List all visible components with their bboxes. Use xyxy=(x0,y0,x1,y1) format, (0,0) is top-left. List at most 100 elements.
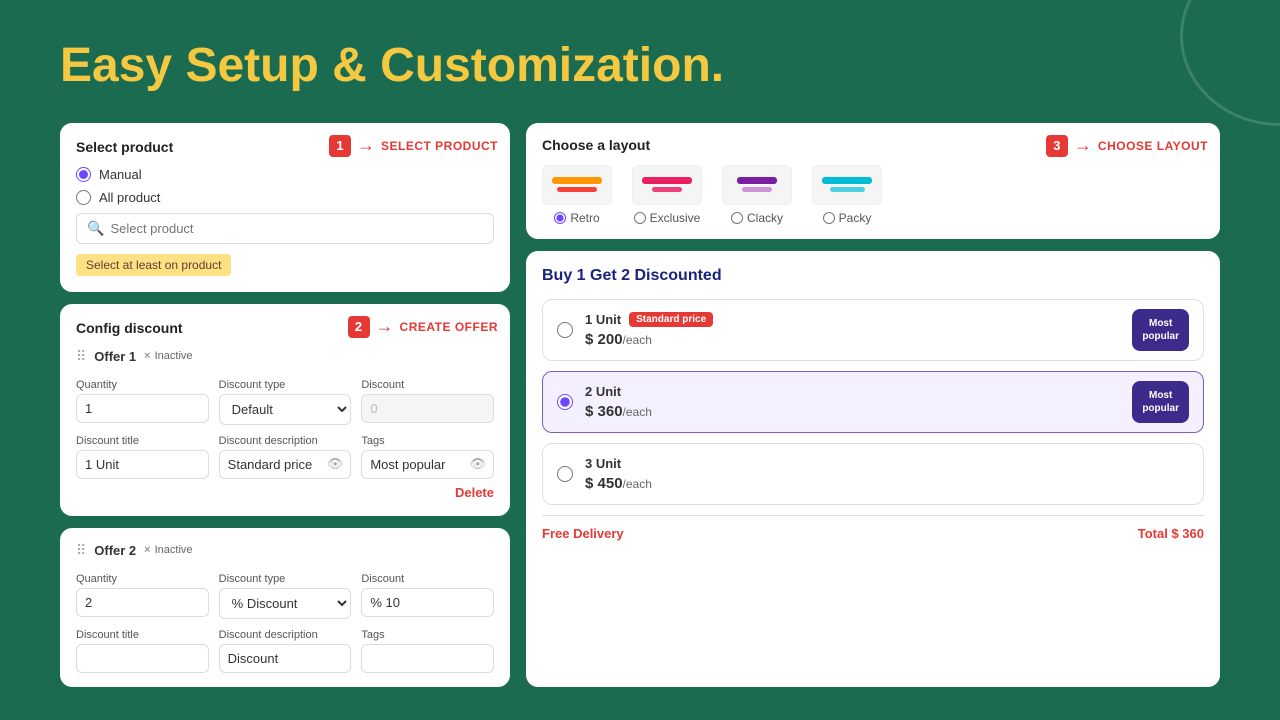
manual-radio[interactable] xyxy=(76,167,91,182)
offer2-tags-input[interactable] xyxy=(361,644,494,673)
manual-radio-row[interactable]: Manual xyxy=(76,167,494,182)
offer1-form-row2: Discount title Discount description 👁 Ta… xyxy=(76,435,494,479)
step3-badge: 3 → CHOOSE LAYOUT xyxy=(1046,135,1208,157)
offer1-desc-label: Discount description xyxy=(219,435,352,447)
offer1-quantity-field: Quantity xyxy=(76,379,209,425)
offer1-quantity-input[interactable] xyxy=(76,394,209,423)
most-popular-text-2: Mostpopular xyxy=(1132,381,1189,423)
offer2-title-label: Discount title xyxy=(76,629,209,641)
step2-arrow: → xyxy=(376,316,394,337)
offer2-card: ⠿ Offer 2 × Inactive Quantity Discount t… xyxy=(60,528,510,687)
layout-radio-retro[interactable] xyxy=(554,212,566,224)
search-input[interactable] xyxy=(110,221,483,236)
layout-option-retro[interactable]: Retro xyxy=(542,165,612,225)
layout-option-exclusive[interactable]: Exclusive xyxy=(632,165,702,225)
offer1-name: Offer 1 xyxy=(94,349,136,364)
total-label: Total $ 360 xyxy=(1138,526,1204,541)
product-row-1[interactable]: 1 Unit Standard price $ 200/each Mostpop… xyxy=(542,299,1204,361)
offer1-tags-label: Tags xyxy=(361,435,494,447)
unit-label-1: 1 Unit xyxy=(585,312,621,327)
step2-label: CREATE OFFER xyxy=(400,320,498,334)
free-delivery-label: Free Delivery xyxy=(542,526,624,541)
product-row-2[interactable]: 2 Unit $ 360/each Mostpopular xyxy=(542,371,1204,433)
offer1-title-label: Discount title xyxy=(76,435,209,447)
search-icon: 🔍 xyxy=(87,220,104,237)
product-radio-2[interactable] xyxy=(557,394,573,410)
page-title: Easy Setup & Customization. xyxy=(0,0,1280,123)
step1-label: SELECT PRODUCT xyxy=(381,139,498,153)
allproduct-radio[interactable] xyxy=(76,190,91,205)
layout-label-packy: Packy xyxy=(823,211,872,225)
offer1-tags-input-wrap: 👁 xyxy=(361,450,494,479)
step3-arrow: → xyxy=(1074,135,1092,156)
offer2-status: Inactive xyxy=(155,544,193,556)
search-box[interactable]: 🔍 xyxy=(76,213,494,244)
step1-badge: 1 → SELECT PRODUCT xyxy=(329,135,498,157)
preview-footer: Free Delivery Total $ 360 xyxy=(542,515,1204,541)
std-price-badge-1: Standard price xyxy=(629,312,713,327)
product-row-3[interactable]: 3 Unit $ 450/each xyxy=(542,443,1204,505)
layout-thumb-packy xyxy=(812,165,882,205)
layout-label-clacky: Clacky xyxy=(731,211,783,225)
offer1-discount-label: Discount xyxy=(361,379,494,391)
offer1-discount-field: Discount xyxy=(361,379,494,425)
eye-icon-offer1-desc: 👁 xyxy=(327,456,344,472)
offer2-quantity-label: Quantity xyxy=(76,573,209,585)
offer2-form-row2: Discount title Discount description Tags xyxy=(76,629,494,673)
product-price-1: $ 200/each xyxy=(585,331,1189,348)
product-unit-row-3: 3 Unit xyxy=(585,456,1189,471)
offer2-desc-input[interactable] xyxy=(219,644,352,673)
step2-badge: 2 → CREATE OFFER xyxy=(348,316,498,338)
most-popular-badge-1: Mostpopular xyxy=(1132,309,1189,351)
offer2-quantity-input[interactable] xyxy=(76,588,209,617)
layout-thumb-exclusive xyxy=(632,165,702,205)
layout-radio-exclusive[interactable] xyxy=(634,212,646,224)
allproduct-radio-row[interactable]: All product xyxy=(76,190,494,205)
offer2-name: Offer 2 xyxy=(94,543,136,558)
product-price-3: $ 450/each xyxy=(585,475,1189,492)
layout-label-exclusive-text: Exclusive xyxy=(650,211,701,225)
layout-radio-clacky[interactable] xyxy=(731,212,743,224)
offer2-desc-label: Discount description xyxy=(219,629,352,641)
select-product-card: Select product 1 → SELECT PRODUCT Manual… xyxy=(60,123,510,292)
offer1-desc-field: Discount description 👁 xyxy=(219,435,352,479)
product-info-2: 2 Unit $ 360/each xyxy=(585,384,1189,420)
preview-card: Buy 1 Get 2 Discounted 1 Unit Standard p… xyxy=(526,251,1220,687)
step1-arrow: → xyxy=(357,135,375,156)
layout-option-packy[interactable]: Packy xyxy=(812,165,882,225)
offer1-discount-type-select[interactable]: Default % Discount xyxy=(219,394,352,425)
preview-title: Buy 1 Get 2 Discounted xyxy=(542,267,1204,285)
offer1-status: Inactive xyxy=(155,350,193,362)
layout-radio-packy[interactable] xyxy=(823,212,835,224)
product-price-2: $ 360/each xyxy=(585,403,1189,420)
layout-thumb-clacky xyxy=(722,165,792,205)
eye-icon-offer1-tags: 👁 xyxy=(469,456,486,472)
offer1-status-badge: × Inactive xyxy=(144,350,192,362)
step3-number: 3 xyxy=(1046,135,1068,157)
allproduct-label: All product xyxy=(99,190,160,205)
offer2-discount-field: Discount xyxy=(361,573,494,619)
layout-label-packy-text: Packy xyxy=(839,211,872,225)
config-discount-card: Config discount 2 → CREATE OFFER ⠿ Offer… xyxy=(60,304,510,516)
layout-thumb-retro xyxy=(542,165,612,205)
offer2-discount-input[interactable] xyxy=(361,588,494,617)
offer2-status-badge: × Inactive xyxy=(144,544,192,556)
offer1-discount-type-field: Discount type Default % Discount xyxy=(219,379,352,425)
offer1-discount-input[interactable] xyxy=(361,394,494,423)
unit-label-2: 2 Unit xyxy=(585,384,621,399)
main-content: Select product 1 → SELECT PRODUCT Manual… xyxy=(0,123,1280,687)
product-radio-3[interactable] xyxy=(557,466,573,482)
product-unit-row-2: 2 Unit xyxy=(585,384,1189,399)
layout-option-clacky[interactable]: Clacky xyxy=(722,165,792,225)
offer2-discount-type-field: Discount type % Discount Default xyxy=(219,573,352,619)
offer2-discount-label: Discount xyxy=(361,573,494,585)
offer2-title-input[interactable] xyxy=(76,644,209,673)
most-popular-text-1: Mostpopular xyxy=(1132,309,1189,351)
offer2-quantity-field: Quantity xyxy=(76,573,209,619)
offer2-discount-type-select[interactable]: % Discount Default xyxy=(219,588,352,619)
product-radio-1[interactable] xyxy=(557,322,573,338)
delete-offer1-button[interactable]: Delete xyxy=(76,485,494,500)
step1-number: 1 xyxy=(329,135,351,157)
offer1-tags-field: Tags 👁 xyxy=(361,435,494,479)
offer1-title-input[interactable] xyxy=(76,450,209,479)
